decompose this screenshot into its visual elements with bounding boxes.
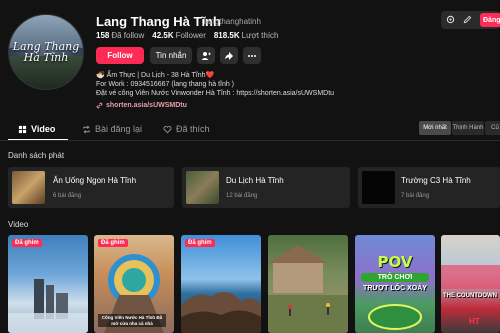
playlist-card[interactable]: Trường C3 Hà Tĩnh 7 bài đăng xyxy=(358,167,500,208)
tabs-divider xyxy=(0,140,500,141)
playlist-title: Trường C3 Hà Tĩnh xyxy=(401,176,471,185)
sort-oldest-button[interactable]: Cũ xyxy=(485,121,500,135)
playlist-title: Ăn Uống Ngon Hà Tĩnh xyxy=(53,176,137,185)
add-user-icon xyxy=(201,51,211,60)
playlist-count: 6 bài đăng xyxy=(53,193,82,199)
follow-button[interactable]: Follow xyxy=(96,47,144,64)
beach-rocks-image xyxy=(181,291,261,333)
video-thumbnail[interactable]: POV TRÒ CHƠI TRƯỢT LỐC XOÁY xyxy=(355,235,435,333)
slide-image xyxy=(368,304,422,330)
video-overlay-text: THE COUNTDOWN xyxy=(443,293,497,299)
profile-avatar[interactable]: Lang Thang Hà Tĩnh xyxy=(8,14,84,90)
video-thumbnail[interactable]: Đã ghim xyxy=(181,235,261,333)
tab-videos[interactable]: Video xyxy=(18,124,55,134)
link-icon xyxy=(96,102,103,109)
playlist-thumbnail xyxy=(362,171,395,204)
pinned-badge: Đã ghim xyxy=(185,239,215,247)
sort-popular-button[interactable]: Thịnh Hành xyxy=(452,121,484,135)
profile-link[interactable]: shorten.asia/sUWSMDtu xyxy=(96,102,187,109)
repost-icon xyxy=(83,125,90,133)
pinned-badge: Đã ghim xyxy=(98,239,128,247)
post-button[interactable]: Đăng xyxy=(480,13,500,27)
playlists-heading: Danh sách phát xyxy=(8,151,65,160)
more-options-button[interactable] xyxy=(243,47,261,64)
likes-stat: 818.5K Lượt thích xyxy=(213,31,279,40)
playlist-count: 7 bài đăng xyxy=(401,193,430,199)
heart-outline-icon xyxy=(163,125,172,133)
more-dots-icon xyxy=(248,54,256,57)
playlist-thumbnail xyxy=(186,171,219,204)
profile-handle: langthanghatinh xyxy=(204,17,261,26)
following-stat[interactable]: 158 Đã follow xyxy=(96,31,144,40)
bio-line: 🍜 Ẩm Thực | Du Lịch - 38 Hà Tĩnh❤️ xyxy=(96,72,215,79)
village-house-image xyxy=(268,245,348,333)
playlist-title: Du Lịch Hà Tĩnh xyxy=(226,176,284,185)
profile-name: Lang Thang Hà Tĩnh xyxy=(96,14,221,29)
video-thumbnail[interactable] xyxy=(268,235,348,333)
videos-heading: Video xyxy=(8,220,29,229)
profile-stats: 158 Đã follow 42.5K Follower 818.5K Lượt th… xyxy=(96,31,279,40)
followers-stat[interactable]: 42.5K Follower xyxy=(152,31,206,40)
video-thumbnail[interactable]: Đã ghim xyxy=(8,235,88,333)
bio-line: For Work : 0934516667 (lang thang hà tĩn… xyxy=(96,81,235,88)
video-logo: HT xyxy=(469,317,480,326)
add-friend-button[interactable] xyxy=(197,47,215,64)
avatar-logo-text: Lang Thang Hà Tĩnh xyxy=(12,40,80,64)
pinned-badge: Đã ghim xyxy=(12,239,42,247)
video-caption: Công Viên Nước Hà Tĩnh Đã mở cửa nha cả … xyxy=(98,314,166,327)
message-button[interactable]: Tin nhắn xyxy=(150,47,192,64)
city-skyline-image xyxy=(8,279,88,333)
video-thumbnail[interactable]: Đã ghim Công Viên Nước Hà Tĩnh Đã mở cửa… xyxy=(94,235,174,333)
settings-icon[interactable] xyxy=(446,15,455,24)
bio-line: Đặt vé công Viên Nước Vinwonder Hà Tĩnh … xyxy=(96,90,335,97)
share-arrow-icon xyxy=(225,51,233,60)
grid-icon xyxy=(18,125,27,133)
playlist-card[interactable]: Ăn Uống Ngon Hà Tĩnh 6 bài đăng xyxy=(8,167,174,208)
playlist-thumbnail xyxy=(12,171,45,204)
edit-icon[interactable] xyxy=(463,15,472,24)
share-button[interactable] xyxy=(220,47,238,64)
tab-liked[interactable]: Đã thích xyxy=(163,124,210,134)
sort-newest-button[interactable]: Mới nhất xyxy=(419,121,451,135)
video-thumbnail[interactable]: THE COUNTDOWN HT xyxy=(441,235,500,333)
tab-reposts[interactable]: Bài đăng lại xyxy=(82,124,142,134)
playlist-card[interactable]: Du Lịch Hà Tĩnh 12 bài đăng xyxy=(182,167,350,208)
playlist-count: 12 bài đăng xyxy=(226,193,258,199)
profile-bio: 🍜 Ẩm Thực | Du Lịch - 38 Hà Tĩnh❤️ For W… xyxy=(96,71,334,98)
